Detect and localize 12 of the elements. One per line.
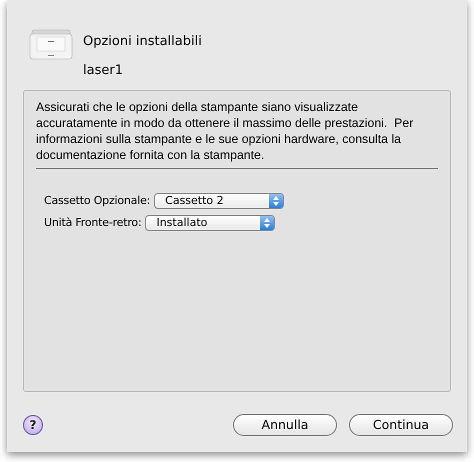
dialog-title: Opzioni installabili [83, 34, 202, 50]
up-down-arrows-icon [264, 218, 270, 228]
printer-name: laser1 [83, 63, 124, 79]
popup-menu[interactable]: Installato [145, 214, 276, 231]
description-text: Assicurati che le opzioni della stampante siano visualizzate accuratamente in modo da ottenere il massimo delle prestazioni. Per informazioni sulla stampante e le sue opzioni hardware, consulta la documentazione fornita con la stampante. [36, 99, 414, 163]
option-label: Unità Fronte-retro: [44, 214, 142, 230]
popup-menu[interactable]: Cassetto 2 [154, 193, 284, 210]
dialog-button[interactable]: Continua [349, 414, 453, 436]
dialog-button[interactable]: Annulla [233, 414, 337, 436]
help-button[interactable]: ? [23, 415, 43, 435]
option-label: Cassetto Opzionale: [44, 193, 150, 209]
up-down-arrows-icon [273, 196, 280, 206]
